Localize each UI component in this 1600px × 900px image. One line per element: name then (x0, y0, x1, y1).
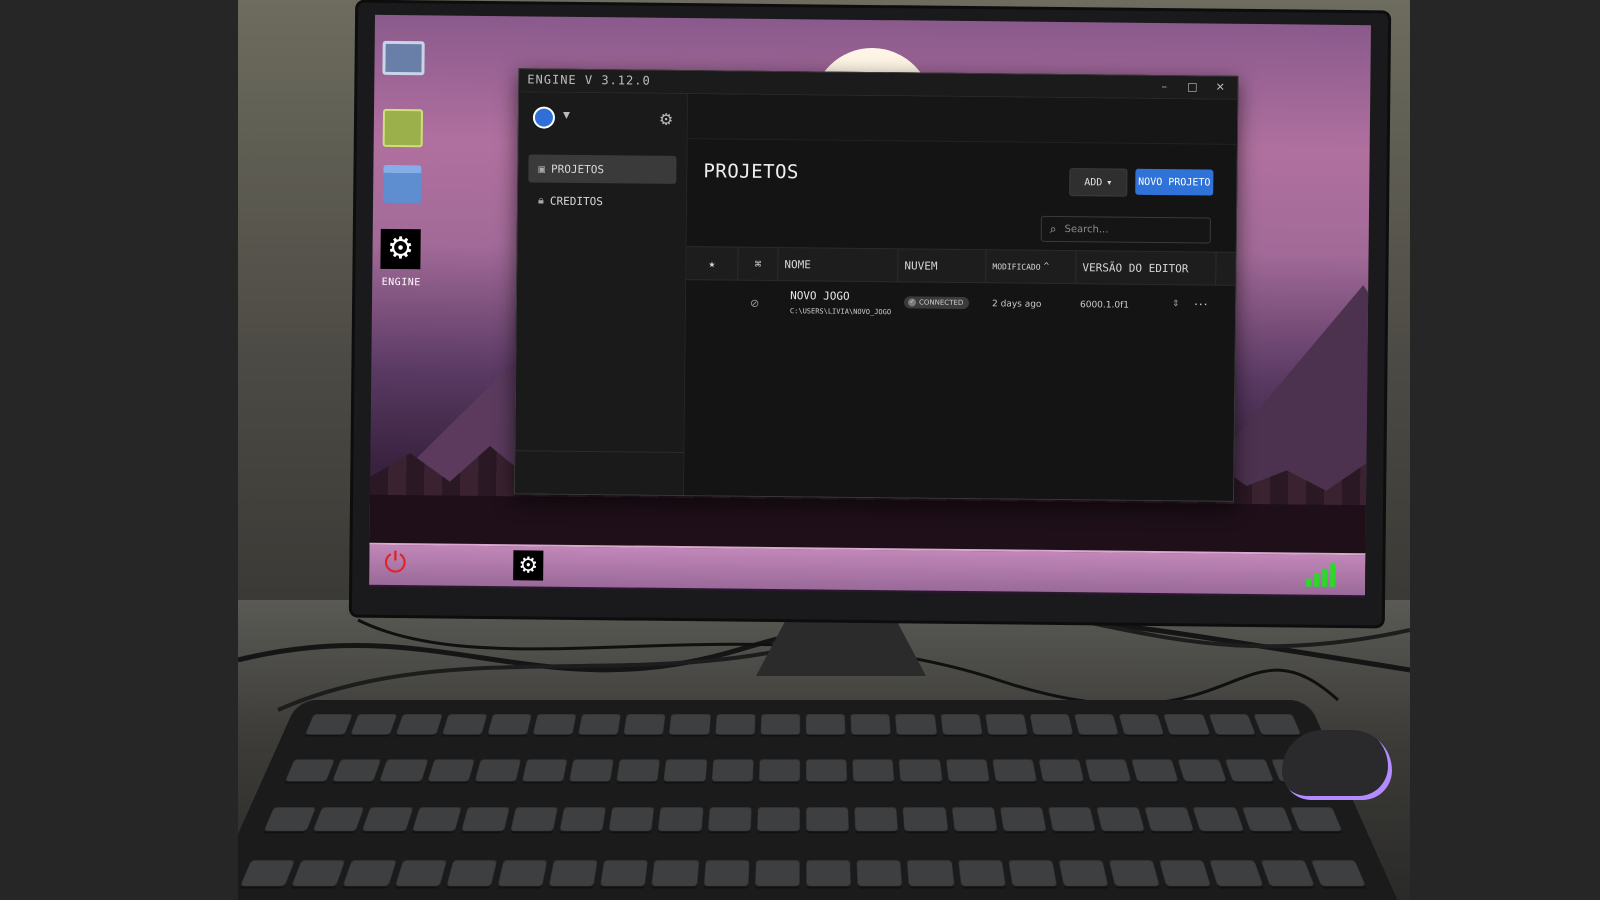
sidebar: ▼ ⚙ ▣ PROJETOS 🔒︎ CREDITOS (515, 92, 689, 496)
minimize-button[interactable]: – (1153, 78, 1175, 96)
archive-icon[interactable] (382, 107, 424, 149)
search-box[interactable]: ⌕ (1040, 215, 1211, 244)
caret-down-icon: ▾ (1106, 176, 1113, 189)
sidebar-item-creditos[interactable]: 🔒︎ CREDITOS (528, 186, 676, 216)
check-icon: ✓ (907, 298, 917, 307)
column-header-cloud[interactable]: NUVEM (898, 249, 987, 283)
cloud-off-icon[interactable]: ⊘ (750, 297, 759, 310)
search-input[interactable] (1062, 222, 1197, 237)
column-header-name[interactable]: NOME (778, 248, 899, 282)
sidebar-item-label: CREDITOS (549, 194, 603, 208)
taskbar-engine-icon[interactable]: ⚙ (513, 550, 544, 581)
cube-icon: ▣ (538, 162, 546, 176)
star-icon: ★ (708, 256, 716, 270)
mouse (1282, 730, 1392, 800)
link-icon: ⌘ (754, 257, 762, 271)
page-title: PROJETOS (703, 160, 800, 184)
link-column-header[interactable]: ⌘ (738, 247, 779, 281)
column-header-modified[interactable]: MODIFICADO ^ (986, 250, 1077, 284)
engine-desktop-icon[interactable]: ⚙ (380, 228, 421, 270)
favorite-column-header[interactable]: ★ (686, 247, 739, 280)
more-options-icon[interactable]: ··· (1194, 297, 1209, 311)
keyboard (238, 700, 1402, 900)
top-strip (687, 94, 1238, 145)
table-row[interactable]: ⊘ NOVO JOGO C:\USERS\LIVIA\NOVO_JOGO ✓ C… (686, 282, 1235, 332)
version-selector-icon[interactable]: ⇕ (1172, 299, 1180, 309)
column-header-editor-version[interactable]: VERSÃO DO EDITOR (1076, 251, 1217, 285)
power-icon[interactable]: ⏻ (381, 546, 409, 579)
engine-app-window: ENGINE V 3.12.0 – □ ✕ ▼ ⚙ ▣ PROJETOS 🔒︎ … (514, 68, 1239, 502)
main-panel: PROJETOS ADD ▾ NOVO PROJETO ⌕ ★ ⌘ NOME N… (684, 94, 1238, 501)
project-path: C:\USERS\LIVIA\NOVO_JOGO (789, 307, 892, 317)
gear-icon: ⚙ (386, 230, 415, 267)
table-header: ★ ⌘ NOME NUVEM MODIFICADO ^ VERSÃO DO ED… (686, 246, 1236, 286)
app-title: ENGINE V 3.12.0 (527, 72, 651, 88)
project-modified: 2 days ago (991, 299, 1042, 310)
sidebar-footer (515, 450, 684, 496)
status-badge-label: CONNECTED (918, 298, 964, 307)
maximize-button[interactable]: □ (1181, 78, 1203, 96)
folder-icon[interactable] (381, 163, 423, 205)
sidebar-item-projetos[interactable]: ▣ PROJETOS (528, 154, 677, 184)
add-button-label: ADD (1084, 176, 1103, 188)
engine-desktop-label: ENGINE (381, 276, 421, 289)
new-project-button[interactable]: NOVO PROJETO (1135, 168, 1214, 196)
lock-icon: 🔒︎ (538, 193, 545, 207)
add-button[interactable]: ADD ▾ (1069, 168, 1128, 197)
close-button[interactable]: ✕ (1209, 79, 1231, 97)
column-header-modified-label: MODIFICADO (992, 261, 1041, 272)
settings-gear-icon[interactable]: ⚙ (659, 110, 674, 129)
search-icon: ⌕ (1049, 221, 1057, 236)
sidebar-item-label: PROJETOS (550, 162, 605, 176)
monitor-screen: ⚙ ENGINE ENGINE V 3.12.0 – □ ✕ ▼ ⚙ ▣ PRO… (369, 14, 1371, 598)
signal-icon[interactable] (1306, 562, 1336, 587)
status-badge: ✓ CONNECTED (903, 296, 970, 310)
chevron-down-icon[interactable]: ▼ (563, 111, 570, 121)
project-editor-version[interactable]: 6000.1.0f1 (1080, 300, 1129, 311)
computer-icon[interactable] (382, 37, 425, 79)
sort-ascending-icon: ^ (1043, 261, 1050, 272)
project-name[interactable]: NOVO JOGO (790, 289, 850, 303)
avatar[interactable] (532, 106, 556, 129)
